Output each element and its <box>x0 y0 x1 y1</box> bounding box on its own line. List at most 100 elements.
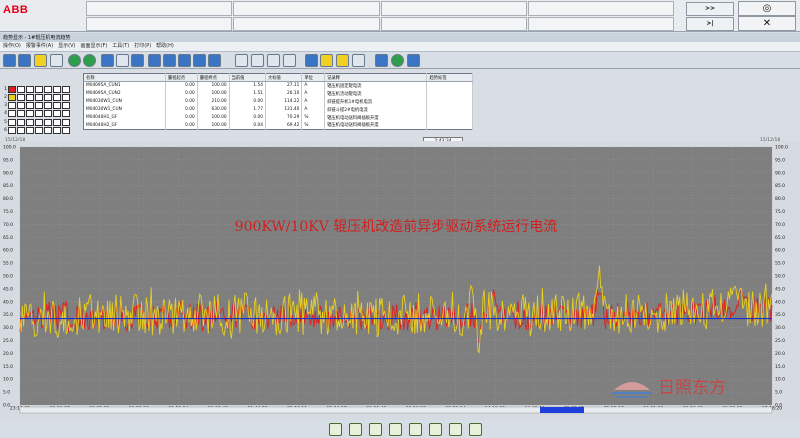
series-color-swatch[interactable] <box>8 118 16 126</box>
series-color-swatch[interactable] <box>8 127 16 134</box>
scale-icon[interactable] <box>35 127 43 134</box>
refresh-icon[interactable] <box>391 54 404 67</box>
zoom-icon[interactable] <box>26 127 34 134</box>
warning-icon[interactable] <box>320 54 333 67</box>
toolbar-icon[interactable] <box>101 54 114 67</box>
alarm-slot[interactable] <box>86 1 233 16</box>
toolbar-icon[interactable] <box>193 54 206 67</box>
skip-button[interactable]: >| <box>686 17 734 31</box>
trend-tool-icon[interactable] <box>469 423 482 436</box>
zoom-icon[interactable] <box>26 85 34 93</box>
alarm-slot[interactable] <box>233 16 380 31</box>
warning-icon[interactable] <box>336 54 349 67</box>
zoom-icon[interactable] <box>17 110 25 118</box>
arrow-down-icon[interactable] <box>44 118 52 126</box>
legend-row[interactable]: M04030W1_CUN 0.00 630.00 1.77 131.40 A 斜链斗提2#电… <box>83 105 473 114</box>
alarm-slot[interactable] <box>527 1 674 16</box>
checkbox[interactable] <box>62 110 70 118</box>
toolbar-icon[interactable] <box>283 54 296 67</box>
legend-row[interactable]: M04095A_CUN1 0.00 100.00 1.54 27.11 A 辊压机固定辊电流 <box>83 81 473 90</box>
checkbox[interactable] <box>62 118 70 126</box>
back-arrow-icon[interactable] <box>68 54 81 67</box>
menu-item-print[interactable]: 打印(P) <box>134 42 151 51</box>
zoom-icon[interactable] <box>17 118 25 126</box>
menu-item-view[interactable]: 显示(V) <box>58 42 75 51</box>
legend-row[interactable]: M04095A_CUN2 0.00 100.00 1.51 26.10 A 辊压机活动辊电流 <box>83 89 473 98</box>
alarm-slot[interactable] <box>527 16 674 31</box>
arrow-up-icon[interactable] <box>53 85 61 93</box>
zoom-icon[interactable] <box>17 85 25 93</box>
toolbar-icon[interactable] <box>407 54 420 67</box>
zoom-icon[interactable] <box>26 110 34 118</box>
series-color-swatch[interactable] <box>8 85 16 93</box>
toolbar-icon[interactable] <box>131 54 144 67</box>
series-color-swatch[interactable] <box>8 93 16 101</box>
menu-item-operate[interactable]: 操作(O) <box>3 42 21 51</box>
arrow-down-icon[interactable] <box>44 127 52 134</box>
menu-item-help[interactable]: 帮助(H) <box>156 42 174 51</box>
toolbar-icon[interactable] <box>305 54 318 67</box>
toolbar-icon[interactable] <box>235 54 248 67</box>
toolbar-icon[interactable] <box>352 54 365 67</box>
zoom-icon[interactable] <box>26 102 34 110</box>
legend-row[interactable]: M04040H1_GF 0.00 100.00 0.00 70.29% 辊压机电动送料阀插… <box>83 113 473 122</box>
alarm-slot[interactable] <box>233 1 380 16</box>
trend-tool-icon[interactable] <box>349 423 362 436</box>
trend-tool-icon[interactable] <box>369 423 382 436</box>
trend-tool-icon[interactable] <box>409 423 422 436</box>
toolbar-icon[interactable] <box>375 54 388 67</box>
alarm-slot[interactable] <box>380 1 527 16</box>
warning-icon[interactable] <box>34 54 47 67</box>
menu-item-alarm[interactable]: 报警事件(A) <box>26 42 53 51</box>
scale-icon[interactable] <box>35 118 43 126</box>
arrow-down-icon[interactable] <box>44 102 52 110</box>
toolbar-icon[interactable] <box>148 54 161 67</box>
arrow-up-icon[interactable] <box>53 93 61 101</box>
toolbar-icon[interactable] <box>163 54 176 67</box>
series-color-swatch[interactable] <box>8 110 16 118</box>
time-scrollbar-thumb[interactable] <box>540 407 584 413</box>
trend-tool-icon[interactable] <box>329 423 342 436</box>
checkbox[interactable] <box>62 85 70 93</box>
tools-icon[interactable]: ✕ <box>738 16 796 31</box>
arrow-up-icon[interactable] <box>53 110 61 118</box>
scale-icon[interactable] <box>35 93 43 101</box>
toolbar-icon[interactable] <box>251 54 264 67</box>
zoom-icon[interactable] <box>26 118 34 126</box>
menu-item-display[interactable]: 画面显示(F) <box>81 42 108 51</box>
time-scrollbar[interactable] <box>19 406 773 414</box>
toolbar-icon[interactable] <box>208 54 221 67</box>
toolbar-icon[interactable] <box>116 54 129 67</box>
menu-item-tools[interactable]: 工具(T) <box>112 42 129 51</box>
trend-tool-icon[interactable] <box>429 423 442 436</box>
checkbox[interactable] <box>62 127 70 134</box>
arrow-up-icon[interactable] <box>53 127 61 134</box>
toolbar-icon[interactable] <box>3 54 16 67</box>
zoom-icon[interactable] <box>26 93 34 101</box>
toolbar-icon[interactable] <box>178 54 191 67</box>
checkbox[interactable] <box>62 102 70 110</box>
arrow-down-icon[interactable] <box>44 93 52 101</box>
scale-icon[interactable] <box>35 110 43 118</box>
alarm-slot[interactable] <box>86 16 233 31</box>
zoom-icon[interactable] <box>17 93 25 101</box>
forward-arrow-icon[interactable] <box>83 54 96 67</box>
toolbar-icon[interactable] <box>18 54 31 67</box>
trend-tool-icon[interactable] <box>389 423 402 436</box>
alarm-slot[interactable] <box>380 16 527 31</box>
zoom-icon[interactable] <box>17 127 25 134</box>
arrow-up-icon[interactable] <box>53 102 61 110</box>
toolbar-icon[interactable] <box>50 54 63 67</box>
scale-icon[interactable] <box>35 85 43 93</box>
trend-tool-icon[interactable] <box>449 423 462 436</box>
toolbar-icon[interactable] <box>267 54 280 67</box>
forward-button[interactable]: >> <box>686 2 734 16</box>
checkbox[interactable] <box>62 93 70 101</box>
arrow-down-icon[interactable] <box>44 85 52 93</box>
scale-icon[interactable] <box>35 102 43 110</box>
series-color-swatch[interactable] <box>8 102 16 110</box>
arrow-down-icon[interactable] <box>44 110 52 118</box>
legend-row[interactable]: M04030W1_CUN 0.00 210.00 0.00 114.22 A 斜链提升机1#… <box>83 97 473 106</box>
zoom-icon[interactable] <box>17 102 25 110</box>
arrow-up-icon[interactable] <box>53 118 61 126</box>
